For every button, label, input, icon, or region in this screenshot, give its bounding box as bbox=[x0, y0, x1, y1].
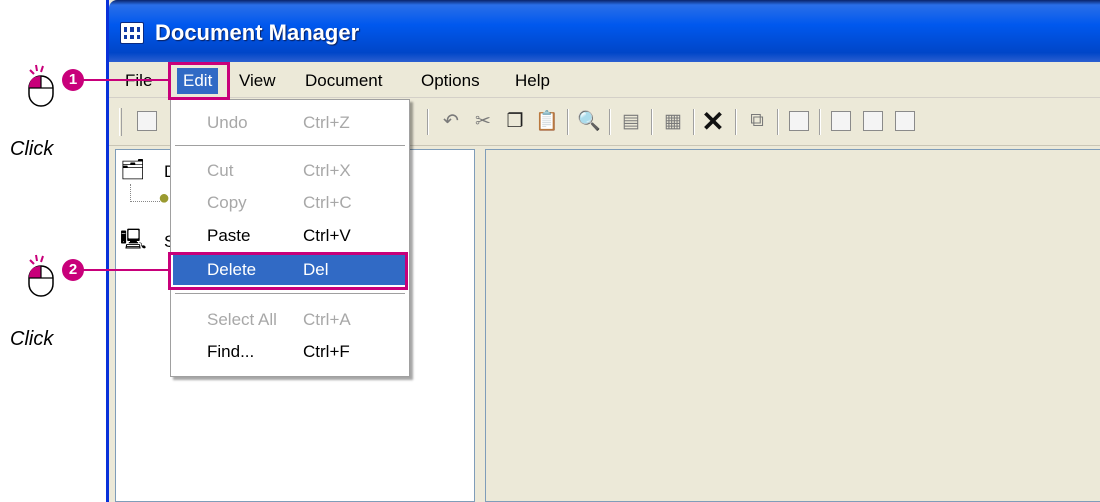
toolbar-separator bbox=[427, 109, 429, 135]
document-tray-icon: 🗂 bbox=[120, 159, 146, 181]
menu-separator bbox=[175, 145, 405, 147]
cut-icon[interactable]: ✂ bbox=[471, 109, 495, 133]
app-icon bbox=[120, 22, 144, 44]
menu-undo[interactable]: Undo Ctrl+Z bbox=[173, 108, 407, 138]
menu-view[interactable]: View bbox=[233, 68, 282, 94]
mouse-click-icon bbox=[28, 64, 54, 107]
computer-icon: 🖳 bbox=[120, 229, 147, 251]
undo-icon[interactable]: ↶ bbox=[439, 109, 463, 133]
toolbar-separator bbox=[735, 109, 737, 135]
insert-page-icon[interactable] bbox=[787, 109, 811, 133]
menu-paste[interactable]: Paste Ctrl+V bbox=[173, 221, 407, 251]
rotate-right-icon[interactable] bbox=[861, 109, 885, 133]
menu-help[interactable]: Help bbox=[509, 68, 556, 94]
menu-document[interactable]: Document bbox=[299, 68, 388, 94]
menu-cut[interactable]: Cut Ctrl+X bbox=[173, 156, 407, 186]
toolbar-grip[interactable] bbox=[119, 108, 122, 136]
paste-icon[interactable]: 📋 bbox=[535, 109, 559, 133]
menu-copy-shortcut: Ctrl+C bbox=[303, 193, 352, 212]
details-view-icon[interactable]: ▤ bbox=[619, 109, 643, 133]
duplicate-icon[interactable]: ⧉ bbox=[745, 109, 769, 133]
find-icon[interactable]: 🔍 bbox=[577, 109, 601, 133]
toolbar-separator bbox=[609, 109, 611, 135]
mouse-click-icon bbox=[28, 254, 54, 297]
toolbar-separator bbox=[819, 109, 821, 135]
menu-copy[interactable]: Copy Ctrl+C bbox=[173, 188, 407, 218]
thumbnail-view-icon[interactable]: ▦ bbox=[661, 109, 685, 133]
menu-copy-label: Copy bbox=[207, 193, 247, 212]
menu-separator bbox=[175, 293, 405, 295]
menu-select-all-shortcut: Ctrl+A bbox=[303, 310, 351, 329]
step-1-badge: 1 bbox=[62, 69, 84, 91]
window-title: Document Manager bbox=[155, 20, 360, 45]
menu-paste-shortcut: Ctrl+V bbox=[303, 226, 351, 245]
menu-file[interactable]: File bbox=[119, 68, 158, 94]
title-bar[interactable]: Document Manager bbox=[109, 0, 1100, 62]
menu-options[interactable]: Options bbox=[415, 68, 486, 94]
menu-find-label: Find... bbox=[207, 342, 255, 361]
copy-icon[interactable]: ❐ bbox=[503, 109, 527, 133]
menu-find[interactable]: Find... Ctrl+F bbox=[173, 337, 407, 367]
toolbar-separator bbox=[693, 109, 695, 135]
menu-undo-shortcut: Ctrl+Z bbox=[303, 113, 350, 132]
toolbar-separator bbox=[777, 109, 779, 135]
menu-cut-label: Cut bbox=[207, 161, 234, 180]
edit-menu-highlight bbox=[168, 62, 230, 100]
toolbar-separator bbox=[567, 109, 569, 135]
edit-menu-dropdown: Undo Ctrl+Z Cut Ctrl+X Copy Ctrl+C Paste… bbox=[170, 99, 410, 377]
step-2-callout-line bbox=[82, 269, 168, 271]
menu-select-all-label: Select All bbox=[207, 310, 277, 329]
step-1-click-label: Click bbox=[10, 138, 54, 160]
toolbar-separator bbox=[651, 109, 653, 135]
menu-bar: File Edit View Document Options Help bbox=[109, 62, 1100, 98]
menu-paste-label: Paste bbox=[207, 226, 251, 245]
menu-select-all[interactable]: Select All Ctrl+A bbox=[173, 305, 407, 335]
rotate-left-icon[interactable] bbox=[829, 109, 853, 133]
tree-connector bbox=[130, 184, 160, 202]
properties-icon[interactable] bbox=[135, 109, 159, 133]
delete-icon[interactable]: ✕ bbox=[701, 106, 725, 137]
menu-cut-shortcut: Ctrl+X bbox=[303, 161, 351, 180]
step-2-badge: 2 bbox=[62, 259, 84, 281]
document-pane[interactable] bbox=[485, 149, 1100, 502]
delete-item-highlight bbox=[168, 252, 408, 290]
move-page-icon[interactable] bbox=[893, 109, 917, 133]
step-1-callout-line bbox=[82, 79, 168, 81]
menu-undo-label: Undo bbox=[207, 113, 248, 132]
step-2-click-label: Click bbox=[10, 328, 54, 350]
folder-icon: ● bbox=[158, 187, 171, 209]
menu-find-shortcut: Ctrl+F bbox=[303, 342, 350, 361]
